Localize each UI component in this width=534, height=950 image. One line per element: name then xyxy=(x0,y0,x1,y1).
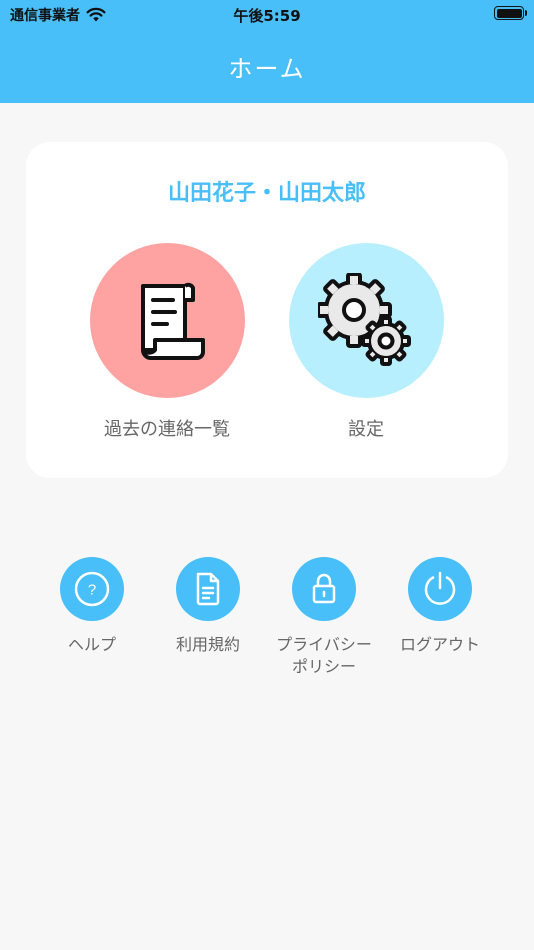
history-label: 過去の連絡一覧 xyxy=(104,419,230,440)
privacy-button[interactable]: プライバシー ポリシー xyxy=(269,557,379,678)
family-card: 山田花子・山田太郎 過去の連絡一覧 設定 xyxy=(26,142,508,478)
privacy-label: プライバシー ポリシー xyxy=(276,635,372,676)
history-button[interactable]: 過去の連絡一覧 xyxy=(89,243,245,441)
settings-label: 設定 xyxy=(348,419,384,440)
terms-button[interactable]: 利用規約 xyxy=(153,557,263,656)
privacy-circle[interactable] xyxy=(292,557,356,621)
family-name: 山田花子・山田太郎 xyxy=(167,181,366,206)
settings-circle[interactable] xyxy=(288,243,444,398)
document-scroll-icon xyxy=(141,282,205,360)
settings-button[interactable]: 設定 xyxy=(288,243,444,441)
lock-icon xyxy=(312,573,336,604)
document-icon xyxy=(196,572,220,606)
logout-label: ログアウト xyxy=(399,635,480,654)
terms-circle[interactable] xyxy=(176,557,240,621)
battery-fill xyxy=(496,8,522,18)
status-time: 午後5:59 xyxy=(233,7,301,25)
battery-icon xyxy=(494,6,527,20)
help-circle[interactable]: ? xyxy=(60,557,124,621)
logout-button[interactable]: ログアウト xyxy=(385,557,495,656)
terms-label: 利用規約 xyxy=(175,635,240,654)
status-bar: 通信事業者 午後5:59 xyxy=(0,0,534,28)
help-label: ヘルプ xyxy=(67,635,116,654)
logout-circle[interactable] xyxy=(408,557,472,621)
help-icon: ? xyxy=(74,571,110,607)
gears-icon xyxy=(318,272,411,366)
power-icon xyxy=(424,571,456,605)
history-circle[interactable] xyxy=(89,243,245,398)
svg-text:?: ? xyxy=(88,582,96,599)
app-header: 通信事業者 午後5:59 ホーム xyxy=(0,0,534,103)
help-button[interactable]: ? ヘルプ xyxy=(37,557,147,656)
page-title: ホーム xyxy=(228,55,306,83)
